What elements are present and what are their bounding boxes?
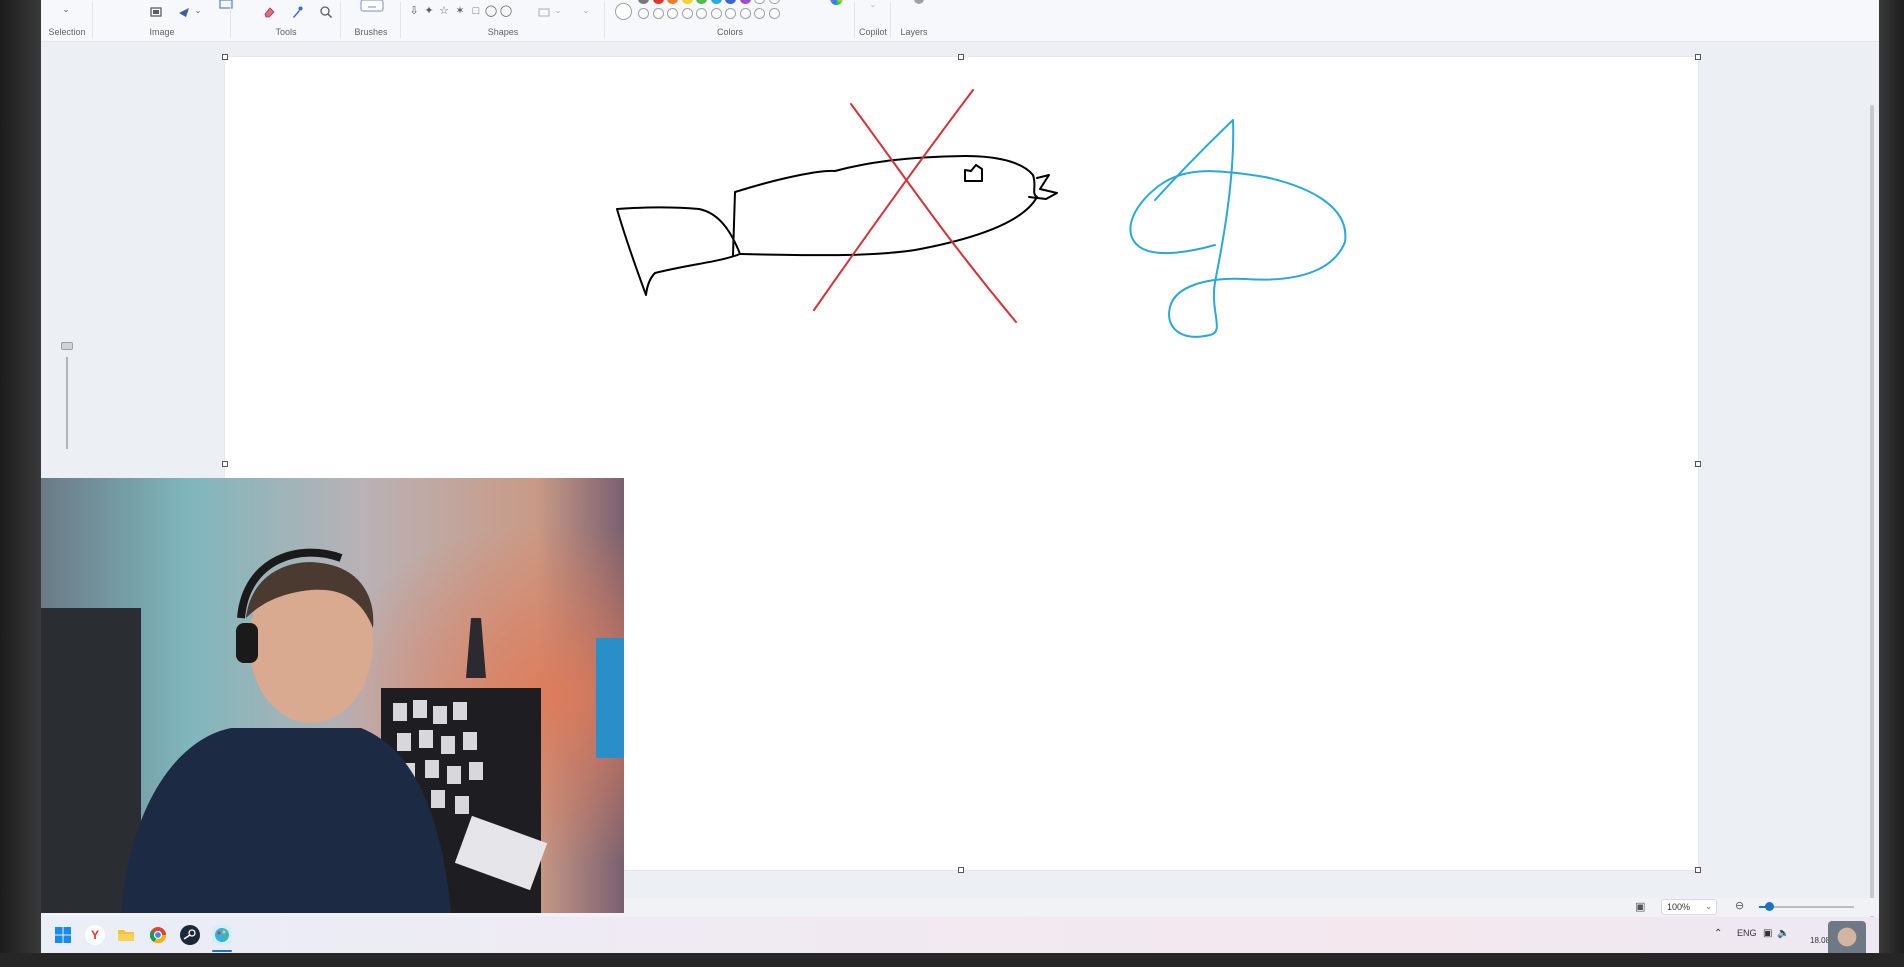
windows-logo-icon[interactable] bbox=[53, 925, 73, 945]
fish-tail-stroke bbox=[616, 206, 741, 296]
ribbon-group-label-shapes: Shapes bbox=[487, 27, 519, 37]
cross-line-2 bbox=[813, 89, 974, 311]
vertical-zoom-slider[interactable] bbox=[59, 339, 75, 449]
color-swatch[interactable] bbox=[638, 0, 649, 4]
crop-icon[interactable] bbox=[147, 2, 165, 20]
canvas-handle-top-center[interactable] bbox=[958, 54, 964, 60]
folder-icon[interactable] bbox=[116, 925, 136, 945]
chevron-down-icon: ⌄ bbox=[1705, 902, 1712, 911]
chevron-down-icon[interactable]: ⌄ bbox=[577, 2, 595, 20]
color-swatch-empty[interactable] bbox=[667, 8, 678, 19]
color-swatch[interactable] bbox=[725, 0, 736, 4]
chrome-icon[interactable] bbox=[148, 925, 168, 945]
scrollbar-thumb[interactable] bbox=[1870, 105, 1874, 925]
ribbon-group-copilot: ⌄ Copilot bbox=[855, 0, 891, 42]
ribbon-group-label-tools: Tools bbox=[275, 27, 297, 37]
brush-icon[interactable] bbox=[360, 0, 384, 14]
ribbon-group-label-image: Image bbox=[149, 27, 175, 37]
canvas-handle-bottom-center[interactable] bbox=[958, 867, 964, 873]
ribbon-toolbar: ⌄ Selection ⌄ Image Tools Brushes ⇩ ✦ ☆ … bbox=[41, 0, 1879, 42]
ribbon-group-label-copilot: Copilot bbox=[858, 27, 887, 37]
ribbon-group-brushes: Brushes bbox=[341, 0, 401, 42]
yandex-glyph: Y bbox=[90, 928, 99, 942]
callout-cloud-icon[interactable]: ◯ bbox=[497, 2, 515, 20]
color-swatch[interactable] bbox=[754, 0, 765, 4]
streamer-avatar bbox=[1828, 921, 1866, 953]
color-swatch-empty[interactable] bbox=[725, 8, 736, 19]
ribbon-group-tools: Tools bbox=[231, 0, 341, 42]
ribbon-group-image: ⌄ Image bbox=[93, 0, 233, 42]
canvas-handle-middle-right[interactable] bbox=[1695, 461, 1701, 467]
ribbon-group-selection: ⌄ Selection bbox=[41, 0, 93, 42]
color-swatch-empty[interactable] bbox=[739, 8, 751, 19]
zoom-slider[interactable] bbox=[1759, 902, 1854, 911]
webcam-bike bbox=[41, 608, 141, 913]
color-swatch[interactable] bbox=[739, 0, 751, 4]
cross-line-1 bbox=[850, 103, 1017, 323]
eraser-icon[interactable] bbox=[260, 2, 278, 20]
paint-icon[interactable] bbox=[212, 925, 232, 945]
ribbon-group-colors: Colors bbox=[605, 0, 855, 42]
chevron-down-icon[interactable]: ⌄ bbox=[864, 0, 882, 14]
blue-symbol-stroke bbox=[1129, 119, 1347, 338]
chevron-up-icon[interactable]: ⌃ bbox=[1714, 928, 1722, 939]
color-swatch-empty[interactable] bbox=[638, 8, 649, 19]
layers-icon[interactable] bbox=[914, 0, 924, 4]
color-swatch-empty[interactable] bbox=[696, 8, 707, 19]
color-swatch[interactable] bbox=[667, 0, 678, 4]
color-picker-icon[interactable] bbox=[288, 2, 306, 20]
steam-icon[interactable] bbox=[180, 925, 200, 945]
zoom-dropdown[interactable]: 100% ⌄ bbox=[1661, 899, 1717, 915]
color-wheel-icon[interactable] bbox=[830, 0, 843, 5]
fish-eye-stroke bbox=[964, 164, 983, 182]
color-swatch[interactable] bbox=[681, 0, 693, 4]
chevron-down-icon[interactable]: ⌄ bbox=[189, 2, 207, 20]
speaker-icon[interactable]: 🔈 bbox=[1777, 928, 1789, 939]
windows-taskbar: Y ⌃ ENG ▣ 🔈 18.08.2025 bbox=[41, 917, 1879, 953]
webcam-monitor bbox=[596, 638, 624, 758]
fit-to-window-icon[interactable]: ▣ bbox=[1635, 900, 1645, 913]
color-swatch-empty[interactable] bbox=[652, 8, 664, 19]
desktop-background-right bbox=[1879, 0, 1904, 967]
language-indicator[interactable]: ENG bbox=[1737, 928, 1757, 938]
zoom-slider-knob[interactable] bbox=[1764, 902, 1774, 911]
desktop-background-bottom bbox=[0, 953, 1904, 967]
zoom-out-icon[interactable]: ⊖ bbox=[1735, 899, 1744, 912]
ribbon-group-label-brushes: Brushes bbox=[354, 27, 388, 37]
color-swatch-empty[interactable] bbox=[710, 8, 722, 19]
network-icon[interactable]: ▣ bbox=[1763, 928, 1772, 939]
canvas-handle-middle-left[interactable] bbox=[222, 461, 228, 467]
active-app-indicator bbox=[212, 950, 232, 952]
fish-body-stroke bbox=[732, 155, 1038, 257]
color-swatch[interactable] bbox=[710, 0, 722, 4]
ribbon-group-label-layers: Layers bbox=[900, 27, 928, 37]
ribbon-group-layers: Layers bbox=[891, 0, 937, 42]
magnifier-icon[interactable] bbox=[317, 2, 335, 20]
yandex-browser-icon[interactable]: Y bbox=[85, 925, 105, 945]
color-swatch-empty[interactable] bbox=[754, 8, 765, 19]
vertical-scrollbar[interactable] bbox=[1869, 101, 1875, 931]
webcam-headphone-cup bbox=[236, 623, 258, 663]
chevron-down-icon[interactable]: ⌄ bbox=[549, 2, 567, 20]
color-swatch-empty[interactable] bbox=[768, 8, 780, 19]
canvas-handle-top-left[interactable] bbox=[222, 54, 228, 60]
desktop-background-left bbox=[0, 0, 41, 967]
chevron-down-icon[interactable]: ⌄ bbox=[57, 0, 75, 18]
canvas-handle-top-right[interactable] bbox=[1695, 54, 1701, 60]
webcam-overlay bbox=[41, 478, 624, 913]
color-swatch[interactable] bbox=[652, 0, 664, 4]
slider-thumb[interactable] bbox=[61, 342, 73, 350]
color-swatch[interactable] bbox=[696, 0, 707, 4]
zoom-value: 100% bbox=[1667, 902, 1691, 912]
webcam-image bbox=[41, 478, 624, 913]
color-swatch-empty[interactable] bbox=[681, 8, 693, 19]
canvas-handle-bottom-right[interactable] bbox=[1695, 867, 1701, 873]
slider-track bbox=[66, 357, 68, 449]
ribbon-group-shapes: ⇩ ✦ ☆ ✶ □ ◯ ◯ ⌄ ⌄ Shapes bbox=[401, 0, 605, 42]
ribbon-group-label-colors: Colors bbox=[716, 27, 743, 37]
color-swatch[interactable] bbox=[768, 0, 780, 4]
active-color-swatch[interactable] bbox=[615, 3, 632, 20]
ribbon-group-label-selection: Selection bbox=[48, 27, 86, 37]
